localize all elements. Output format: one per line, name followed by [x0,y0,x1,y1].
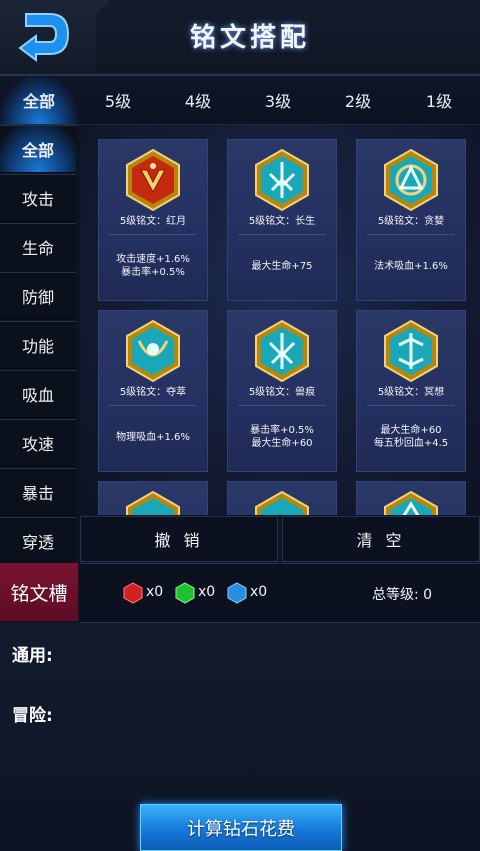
beast-mark-rune-icon [252,319,312,383]
rune-effect: 最大生命+60 [380,425,442,436]
category-utility[interactable]: 功能 [0,321,76,369]
tab-level-5[interactable]: 5级 [78,76,158,124]
rune-slot-summary: x0 x0 x0 总等级: 0 [80,563,480,623]
rune-name: 5级铭文：红月 [119,216,187,227]
tab-level-2[interactable]: 2级 [318,76,398,124]
rune-slot-tab[interactable]: 铭文槽 [0,563,78,621]
rune-effects: 法术吸血+1.6% [357,238,465,294]
rune-effect: 每五秒回血+4.5 [373,438,449,449]
rune-card-meditation[interactable]: 5级铭文：冥想 最大生命+60 每五秒回血+4.5 [356,310,466,472]
action-bar: 撤 销 清 空 [80,516,480,562]
back-arrow-icon[interactable] [14,8,74,64]
category-all[interactable]: 全部 [0,125,76,173]
rune-icon [381,490,441,515]
meditation-rune-icon [381,319,441,383]
rune-name: 5级铭文：兽痕 [248,387,316,398]
stats-summary-panel: 通用: 冒险: [0,623,480,798]
rune-card-red-moon[interactable]: 5级铭文：红月 攻击速度+1.6% 暴击率+0.5% [98,139,208,301]
tab-all-levels[interactable]: 全部 [0,76,78,124]
rune-effect: 暴击率+0.5% [250,425,314,436]
rune-grid: 5级铭文：红月 攻击速度+1.6% 暴击率+0.5% 5级铭文：长生 最大生命+… [80,125,480,515]
rune-effect: 最大生命+60 [251,438,313,449]
category-attack[interactable]: 攻击 [0,174,76,222]
extract-rune-icon [123,319,183,383]
level-tab-bar: 全部 5级 4级 3级 2级 1级 [0,76,480,125]
rune-effect: 最大生命+75 [251,260,313,272]
rune-icon [123,490,183,515]
rune-effect: 攻击速度+1.6% [116,254,190,265]
card-divider [238,234,326,235]
top-bar: 铭文搭配 [0,0,480,76]
category-attack-speed[interactable]: 攻速 [0,419,76,467]
category-penetration[interactable]: 穿透 [0,517,76,565]
category-defense[interactable]: 防御 [0,272,76,320]
rune-effects: 暴击率+0.5% 最大生命+60 [228,409,336,465]
category-lifesteal[interactable]: 吸血 [0,370,76,418]
tab-level-1[interactable]: 1级 [398,76,480,124]
blue-gem-icon [227,582,247,604]
rune-name: 5级铭文：长生 [248,216,316,227]
clear-button[interactable]: 清 空 [282,516,480,562]
rune-effects: 最大生命+75 [228,238,336,294]
longevity-rune-icon [252,148,312,212]
total-level: 总等级: 0 [372,587,433,603]
rune-icon [252,490,312,515]
rune-effect: 暴击率+0.5% [121,267,185,278]
rune-effects: 最大生命+60 每五秒回血+4.5 [357,409,465,465]
card-divider [238,405,326,406]
tab-level-4[interactable]: 4级 [158,76,238,124]
calculate-diamond-cost-button[interactable]: 计算钻石花费 [140,804,342,851]
green-gem-count: x0 [198,584,216,600]
rune-name: 5级铭文：冥想 [377,387,445,398]
rune-name: 5级铭文：贪婪 [377,216,445,227]
blue-gem-count: x0 [250,584,268,600]
rune-card-extract[interactable]: 5级铭文：夺萃 物理吸血+1.6% [98,310,208,472]
card-divider [109,234,197,235]
rune-card-beast-mark[interactable]: 5级铭文：兽痕 暴击率+0.5% 最大生命+60 [227,310,337,472]
card-divider [109,405,197,406]
category-crit[interactable]: 暴击 [0,468,76,516]
rune-effect: 法术吸血+1.6% [374,260,448,272]
red-moon-rune-icon [123,148,183,212]
rune-card-partial[interactable] [227,481,337,515]
rune-effects: 攻击速度+1.6% 暴击率+0.5% [99,238,207,294]
card-divider [367,405,455,406]
rune-effect: 物理吸血+1.6% [116,431,190,443]
undo-button[interactable]: 撤 销 [80,516,278,562]
tab-level-3[interactable]: 3级 [238,76,318,124]
rune-card-longevity[interactable]: 5级铭文：长生 最大生命+75 [227,139,337,301]
rune-card-partial[interactable] [356,481,466,515]
general-stats-label: 通用: [12,646,53,666]
rune-card-greed[interactable]: 5级铭文：贪婪 法术吸血+1.6% [356,139,466,301]
rune-card-partial[interactable] [98,481,208,515]
category-sidebar: 全部 攻击 生命 防御 功能 吸血 攻速 暴击 穿透 [0,125,78,565]
greed-rune-icon [381,148,441,212]
green-gem-icon [175,582,195,604]
page-title: 铭文搭配 [189,23,310,53]
adventure-stats-label: 冒险: [12,706,53,726]
red-gem-icon [123,582,143,604]
red-gem-count: x0 [146,584,164,600]
category-health[interactable]: 生命 [0,223,76,271]
rune-name: 5级铭文：夺萃 [119,387,187,398]
card-divider [367,234,455,235]
rune-effects: 物理吸血+1.6% [99,409,207,465]
